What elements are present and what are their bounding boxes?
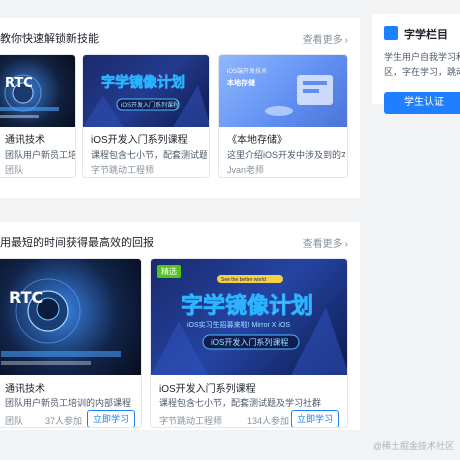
course-card[interactable]: See the better world 字学镜像计划 iOS实习生招募来啦! …: [150, 258, 348, 428]
section-title: 教你快速解锁新技能: [0, 33, 99, 45]
thumb-rtc-text: RTC: [9, 288, 43, 307]
card-desc: 团队用户新员工培训的内部课程: [5, 398, 132, 408]
featured-badge: 精选: [157, 265, 181, 278]
card-author: 字节跳动工程师: [159, 416, 223, 426]
card-title: 通讯技术: [5, 384, 45, 395]
card-author: 字节跳动工程师: [91, 165, 155, 175]
card-title: 《本地存储》: [227, 135, 287, 146]
see-more-label: 查看更多: [302, 35, 343, 46]
sidebar-desc: 学生用户自我学习和 区，字在学习，跳动: [384, 50, 460, 80]
thumb-mid-text: iOS实习生招募来啦! Mirror X iOS: [187, 320, 290, 329]
course-thumbnail: See the better world 字学镜像计划 iOS实习生招募来啦! …: [151, 259, 347, 375]
thumb-title-text: 字学镜像计划: [181, 293, 313, 319]
participant-count: 37人参加: [45, 416, 83, 426]
see-more-link[interactable]: 查看更多 ›: [303, 31, 348, 46]
sidebar-desc-line: 区，字在学习，跳动: [384, 67, 460, 77]
sidebar-desc-line: 学生用户自我学习和: [384, 52, 460, 62]
main-content: 教你快速解锁新技能 查看更多› RTC 通讯技术 团队用户新员工培训 团队: [0, 0, 360, 460]
mirror-plan-illustration: 字学镜像计划 iOS开发入门系列课程: [83, 74, 209, 127]
efficient-section: 用最短的时间获得最高效的回报 查看更多 › RTC 通讯技术 团队用户新员工培训的…: [0, 222, 360, 430]
sidebar-column-card: 字学栏目 学生用户自我学习和 区，字在学习，跳动 学生认证: [372, 14, 460, 114]
student-verify-button[interactable]: 学生认证: [384, 92, 460, 114]
card-author: 团队: [5, 416, 24, 426]
thumb-title-text: 字学镜像计划: [101, 74, 185, 91]
card-desc: 团队用户新员工培训: [5, 150, 75, 160]
thumb-sub-text: iOS开发入门系列课程: [211, 337, 288, 347]
course-card[interactable]: RTC 通讯技术 团队用户新员工培训的内部课程 团队 37人参加 立即学习: [0, 258, 142, 428]
course-card[interactable]: RTC 通讯技术 团队用户新员工培训 团队: [0, 54, 76, 178]
card-title: iOS开发入门系列课程: [91, 135, 188, 146]
section-title: 用最短的时间获得最高效的回报: [0, 237, 154, 249]
thumb-sub-text: 本地存储: [226, 78, 255, 87]
rtc-astronaut-illustration: RTC: [1, 278, 121, 365]
chevron-right-icon: ›: [344, 35, 348, 46]
course-card[interactable]: iOS端开发技术 本地存储 《本地存储》 这里介绍iOS开发中涉及到的本地 Jv…: [218, 54, 348, 178]
see-more-link[interactable]: 查看更多 ›: [303, 235, 348, 250]
thumb-rtc-text: RTC: [5, 76, 33, 91]
thumb-tag-text: iOS端开发技术: [227, 67, 267, 75]
card-author: 团队: [5, 165, 24, 175]
book-icon: [384, 26, 398, 40]
storage-illustration: iOS端开发技术 本地存储: [226, 67, 333, 116]
course-thumbnail: RTC: [0, 55, 75, 127]
sidebar-title: 字学栏目: [404, 29, 448, 41]
course-thumbnail: iOS端开发技术 本地存储: [219, 55, 347, 127]
course-thumbnail: RTC: [0, 259, 141, 375]
course-card[interactable]: 字学镜像计划 iOS开发入门系列课程 iOS开发入门系列课程 课程包含七小节，配…: [82, 54, 210, 178]
participant-count: 134人参加: [247, 416, 290, 426]
chevron-right-icon: ›: [344, 239, 348, 250]
card-title: 通讯技术: [5, 135, 45, 146]
see-more-label: 查看更多: [302, 239, 343, 250]
thumb-sub-text: iOS开发入门系列课程: [121, 101, 179, 109]
card-author: Jvan老师: [227, 165, 265, 175]
card-title: iOS开发入门系列课程: [159, 384, 256, 395]
thumb-top-text: See the better world: [221, 277, 266, 283]
card-desc: 这里介绍iOS开发中涉及到的本地: [227, 150, 345, 160]
learn-now-button[interactable]: 立即学习: [291, 410, 339, 427]
card-desc: 课程包含七小节，配套测试题及学习社群: [159, 398, 322, 408]
skills-section: 教你快速解锁新技能 查看更多› RTC 通讯技术 团队用户新员工培训 团队: [0, 18, 360, 198]
learn-now-button[interactable]: 立即学习: [87, 410, 135, 427]
rtc-astronaut-illustration: RTC: [0, 74, 59, 118]
course-thumbnail: 字学镜像计划 iOS开发入门系列课程: [83, 55, 209, 127]
watermark: @稀土掘金技术社区: [372, 441, 454, 451]
card-desc: 课程包含七小节，配套测试题及: [91, 150, 207, 160]
